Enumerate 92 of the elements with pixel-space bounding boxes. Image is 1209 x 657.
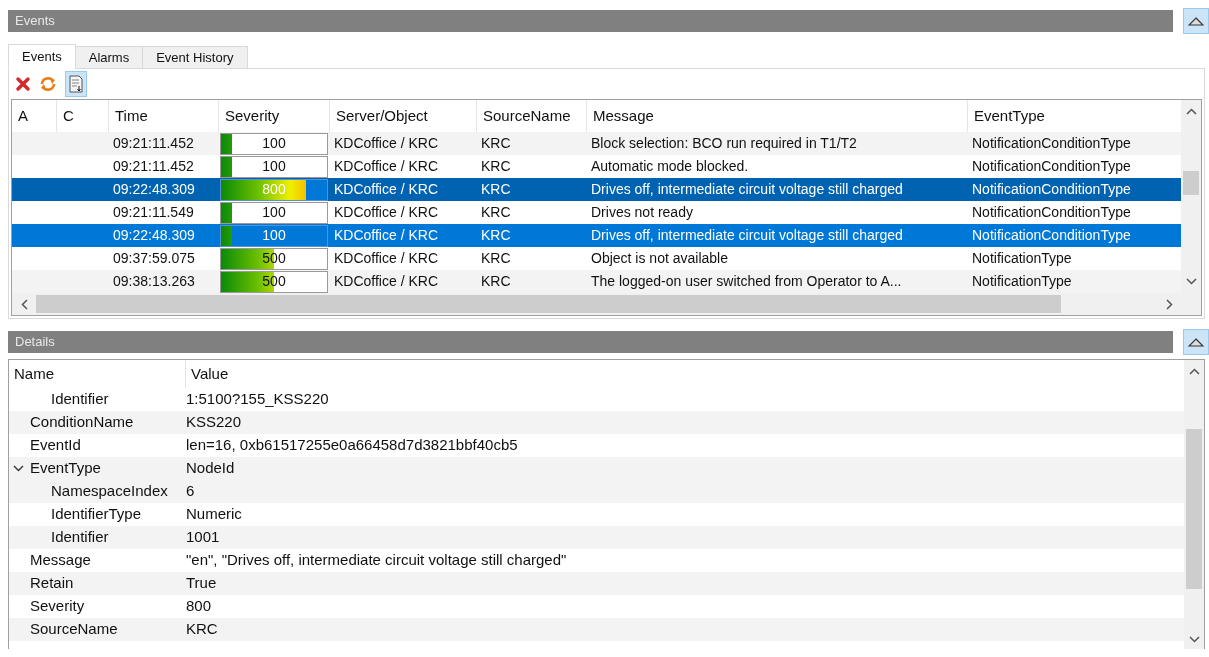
horizontal-scrollbar[interactable]	[12, 293, 1181, 315]
message-cell-text: Block selection: BCO run required in T1/T2	[590, 134, 858, 153]
server-cell-text: KDCoffice / KRC	[333, 157, 439, 176]
tab[interactable]: Event History	[142, 46, 248, 69]
source-cell-text: KRC	[480, 226, 512, 245]
scroll-down-icon	[1185, 278, 1197, 285]
property-name: IdentifierType	[51, 504, 142, 525]
panel-title: Events	[15, 12, 55, 31]
property-name: Identifier	[51, 389, 109, 410]
time-cell-text: 09:21:11.549	[112, 203, 195, 222]
property-name: Identifier	[51, 527, 109, 548]
source-cell-text: KRC	[480, 180, 512, 199]
severity-value: 800	[261, 180, 287, 199]
time-cell-text: 09:21:11.452	[112, 134, 195, 153]
message-cell-text: Drives off, intermediate circuit voltage still charged	[590, 180, 904, 199]
source-cell-text: KRC	[480, 134, 512, 153]
property-name: Severity	[30, 596, 85, 617]
refresh-icon[interactable]	[39, 76, 57, 92]
source-cell-text: KRC	[480, 203, 512, 222]
collapse-icon	[1188, 16, 1204, 26]
severity-value: 100	[261, 226, 287, 245]
severity-value: 100	[261, 203, 287, 222]
time-cell-text: 09:21:11.452	[112, 157, 195, 176]
property-value: KSS220	[186, 412, 242, 433]
property-name: NamespaceIndex	[51, 481, 168, 502]
panel-title: Details	[15, 333, 55, 352]
scroll-down-icon	[1188, 636, 1200, 643]
event-type-cell-text: NotificationType	[971, 249, 1073, 268]
scrollbar-thumb[interactable]	[1186, 429, 1202, 589]
property-name: ConditionName	[30, 412, 134, 433]
collapse-button[interactable]	[1183, 8, 1209, 34]
server-cell-text: KDCoffice / KRC	[333, 134, 439, 153]
message-cell-text: Automatic mode blocked.	[590, 157, 750, 176]
document-icon	[69, 75, 83, 93]
property-value: "en", "Drives off, intermediate circuit voltage still charged"	[186, 550, 567, 571]
export-button[interactable]	[65, 71, 87, 97]
event-row[interactable]: 09:22:48.309 800 KDCoffice / KRC KRC Drives off, intermediate circuit voltage still charged NotificationConditionType	[12, 178, 1181, 201]
property-value: 1:5100?155_KSS220	[186, 389, 329, 410]
tab[interactable]: Alarms	[74, 46, 144, 69]
event-type-cell-text: NotificationType	[971, 272, 1073, 291]
delete-icon[interactable]	[15, 76, 31, 92]
property-value: 6	[186, 481, 195, 502]
event-type-cell-text: NotificationConditionType	[971, 157, 1132, 176]
collapse-button[interactable]	[1183, 329, 1209, 355]
property-name: Retain	[30, 573, 74, 594]
severity-value: 100	[261, 134, 287, 153]
vertical-scrollbar[interactable]	[1181, 100, 1201, 315]
severity-value: 100	[261, 157, 287, 176]
property-name: EventId	[30, 435, 81, 456]
column-header[interactable]: Value	[186, 360, 229, 388]
scroll-up-icon	[1185, 108, 1197, 115]
property-name: Message	[30, 550, 91, 571]
source-cell-text: KRC	[480, 157, 512, 176]
property-value: NodeId	[186, 458, 235, 479]
scrollbar-thumb[interactable]	[1183, 171, 1199, 195]
vertical-scrollbar[interactable]	[1184, 360, 1204, 649]
event-type-cell-text: NotificationConditionType	[971, 203, 1132, 222]
property-name: SourceName	[30, 619, 118, 640]
source-cell-text: KRC	[480, 249, 512, 268]
time-cell-text: 09:22:48.309	[112, 226, 196, 245]
server-cell-text: KDCoffice / KRC	[333, 249, 439, 268]
event-row[interactable]: 09:21:11.452 100 KDCoffice / KRC KRC Block selection: BCO run required in T1/T2 NotificationConditionType	[12, 132, 1181, 155]
event-type-cell-text: NotificationConditionType	[971, 226, 1132, 245]
property-name: EventType	[30, 458, 101, 479]
scrollbar-thumb[interactable]	[36, 295, 1061, 313]
message-cell-text: Drives not ready	[590, 203, 694, 222]
server-cell-text: KDCoffice / KRC	[333, 226, 439, 245]
source-cell-text: KRC	[480, 272, 512, 291]
scroll-up-icon	[1188, 368, 1200, 375]
collapse-icon	[1188, 337, 1204, 347]
server-cell-text: KDCoffice / KRC	[333, 203, 439, 222]
message-cell-text: The logged-on user switched from Operator to A...	[590, 272, 903, 291]
property-value: True	[186, 573, 217, 594]
scroll-right-icon	[1165, 298, 1173, 310]
event-type-cell-text: NotificationConditionType	[971, 180, 1132, 199]
server-cell-text: KDCoffice / KRC	[333, 180, 439, 199]
property-value: KRC	[186, 619, 218, 640]
property-value: Numeric	[186, 504, 242, 525]
tab[interactable]: Events	[8, 44, 76, 69]
server-cell-text: KDCoffice / KRC	[333, 272, 439, 291]
event-type-cell-text: NotificationConditionType	[971, 134, 1132, 153]
message-cell-text: Object is not available	[590, 249, 729, 268]
scroll-left-icon	[20, 298, 28, 310]
time-cell-text: 09:37:59.075	[112, 249, 196, 268]
time-cell-text: 09:22:48.309	[112, 180, 196, 199]
time-cell-text: 09:38:13.263	[112, 272, 196, 291]
property-value: 1001	[186, 527, 220, 548]
property-value: 800	[186, 596, 212, 617]
property-value: len=16, 0xb61517255e0a66458d7d3821bbf40cb5	[186, 435, 518, 456]
event-row[interactable]: 09:22:48.309 100 KDCoffice / KRC KRC Drives off, intermediate circuit voltage still charged NotificationConditionType	[12, 224, 1181, 247]
chevron-down-icon[interactable]	[13, 465, 24, 472]
message-cell-text: Drives off, intermediate circuit voltage still charged	[590, 226, 904, 245]
